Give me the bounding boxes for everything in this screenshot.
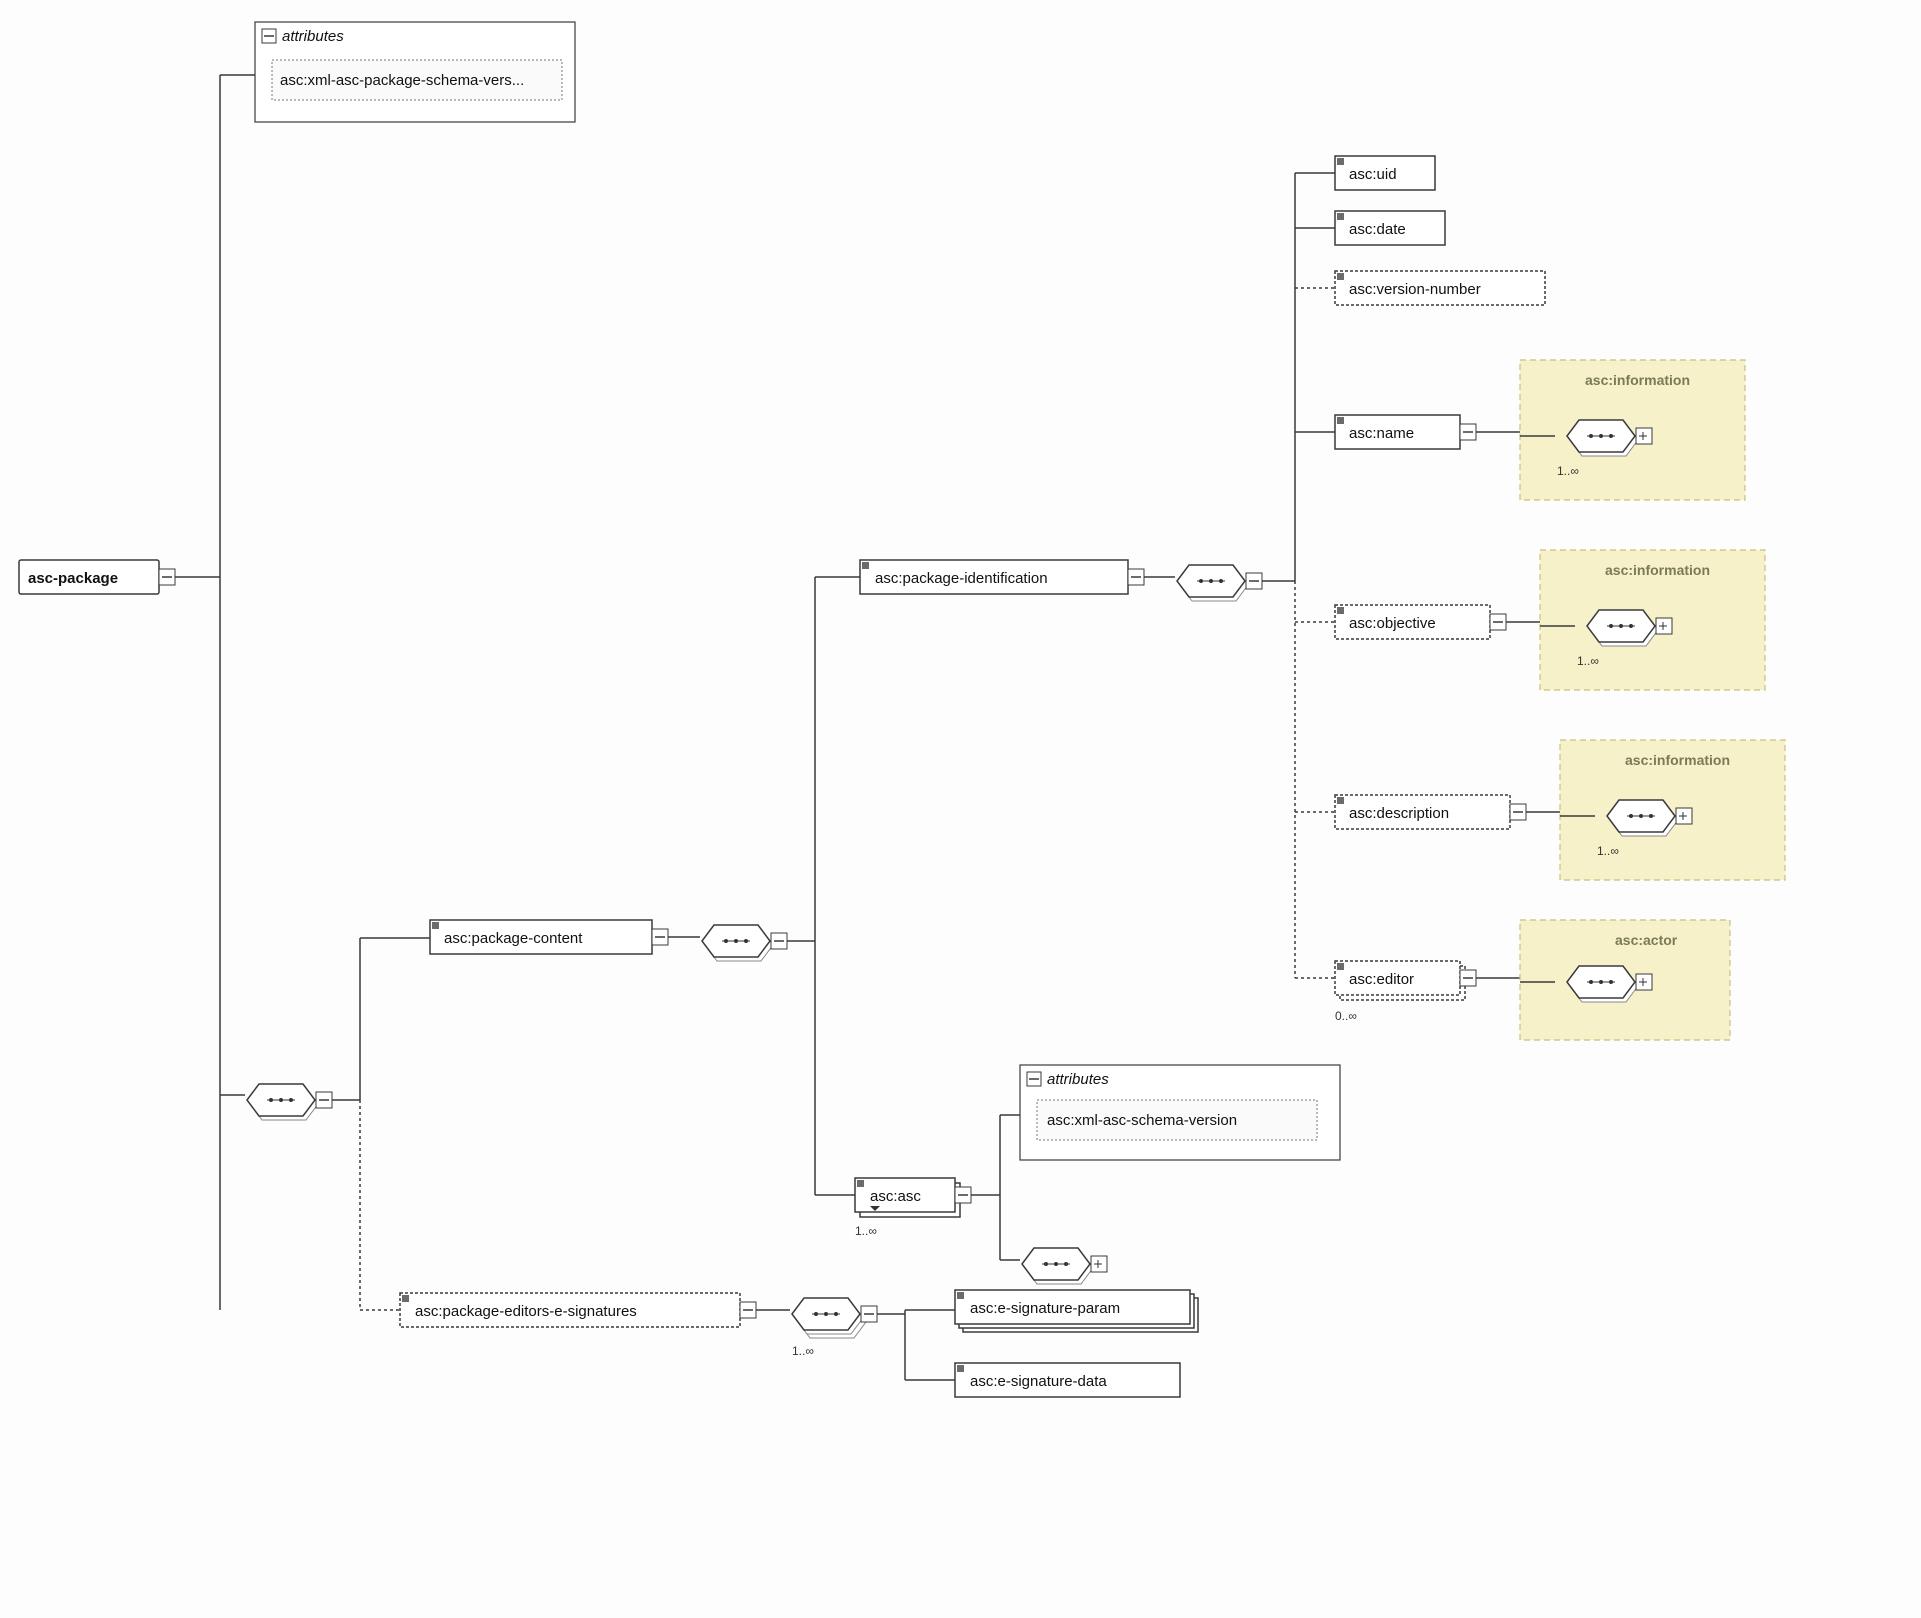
svg-text:asc:editor: asc:editor	[1349, 971, 1414, 988]
node-asc-asc: asc:asc 1..∞	[815, 1178, 971, 1238]
label-esig-data: e-signature-data	[998, 1373, 1108, 1390]
label-pkg-editors-sig: package-editors-e-signatures	[443, 1303, 637, 1320]
node-date: asc:date	[1295, 211, 1445, 245]
svg-text:asc:e-signature-data: asc:e-signature-data	[970, 1373, 1107, 1390]
svg-text:asc:objective: asc:objective	[1349, 615, 1436, 632]
node-uid: asc:uid	[1295, 156, 1435, 190]
label-attr-item: xml-asc-package-schema-vers...	[308, 72, 525, 89]
svg-text:asc:version-number: asc:version-number	[1349, 281, 1481, 298]
node-package-content: asc:package-content	[360, 920, 668, 954]
svg-text:asc:uid: asc:uid	[1349, 166, 1397, 183]
card-ascasc: 1..∞	[855, 1224, 877, 1238]
svg-text:asc:package-identification: asc:package-identification	[875, 570, 1048, 587]
ref-info-3: asc:information	[1625, 752, 1730, 768]
label-ascasc-attr-item: xml-asc-schema-version	[1075, 1112, 1238, 1129]
svg-text:asc:e-signature-param: asc:e-signature-param	[970, 1300, 1120, 1317]
svg-text:asc:date: asc:date	[1349, 221, 1406, 238]
node-version-number: asc:version-number	[1295, 271, 1545, 305]
label-date: date	[1377, 221, 1406, 238]
svg-text:asc:name: asc:name	[1349, 425, 1414, 442]
svg-text:asc:xml-asc-package-schema-ver: asc:xml-asc-package-schema-vers...	[280, 72, 524, 89]
label-ascasc-attr: attributes	[1047, 1071, 1109, 1088]
card-0inf: 0..∞	[1335, 1009, 1357, 1023]
node-root-attributes: attributes asc:xml-asc-package-schema-ve…	[220, 22, 575, 122]
label-uid: uid	[1377, 166, 1397, 183]
node-package-editors-esig: asc:package-editors-e-signatures	[360, 1293, 756, 1327]
seq-pc	[668, 925, 787, 961]
pfx: asc:	[280, 72, 308, 89]
label-editor: editor	[1377, 971, 1415, 988]
svg-text:asc:description: asc:description	[1349, 805, 1449, 822]
label-attributes: attributes	[282, 28, 344, 45]
card-1inf-1: 1..∞	[1557, 464, 1579, 478]
label-esig-param: e-signature-param	[998, 1300, 1121, 1317]
schema-diagram: asc-package attributes asc:xml-asc-packa…	[0, 0, 1921, 1618]
label-objective: objective	[1377, 615, 1436, 632]
node-package-id: asc:package-identification	[815, 560, 1144, 594]
svg-text:asc:package-editors-e-signatur: asc:package-editors-e-signatures	[415, 1303, 637, 1320]
node-name: asc:name asc:information 1..∞	[1295, 360, 1745, 500]
label-package-content: package-content	[472, 930, 584, 947]
card-1inf-2: 1..∞	[1577, 654, 1599, 668]
label-version: version-number	[1377, 281, 1481, 298]
label-package-id: package-identification	[903, 570, 1048, 587]
ref-info-2: asc:information	[1605, 562, 1710, 578]
node-ascasc-attributes: attributes asc:xml-asc-schema-version	[1000, 1065, 1340, 1160]
card-esig: 1..∞	[792, 1344, 814, 1358]
node-esig-param: asc:e-signature-param	[905, 1290, 1198, 1332]
node-esig-data: asc:e-signature-data	[905, 1363, 1180, 1397]
svg-text:asc:asc: asc:asc	[870, 1188, 921, 1205]
seq-root	[220, 1084, 332, 1120]
seq-pid	[1144, 565, 1262, 601]
seq-esig: 1..∞	[756, 1298, 877, 1358]
seq-ascasc	[1000, 1248, 1107, 1284]
label-ascasc: asc	[898, 1188, 922, 1205]
label-asc-package: asc-package	[28, 570, 118, 587]
node-asc-package: asc-package	[19, 560, 175, 594]
card-1inf-3: 1..∞	[1597, 844, 1619, 858]
node-objective: asc:objective asc:information 1..∞	[1295, 550, 1765, 690]
node-editor: asc:editor 0..∞ asc:actor	[1295, 920, 1730, 1040]
svg-text:asc:xml-asc-schema-version: asc:xml-asc-schema-version	[1047, 1112, 1237, 1129]
label-name: name	[1377, 425, 1415, 442]
svg-text:asc:package-content: asc:package-content	[444, 930, 583, 947]
node-description: asc:description asc:information 1..∞	[1295, 740, 1785, 880]
label-description: description	[1377, 805, 1450, 822]
ref-actor: asc:actor	[1615, 932, 1678, 948]
ref-info-1: asc:information	[1585, 372, 1690, 388]
